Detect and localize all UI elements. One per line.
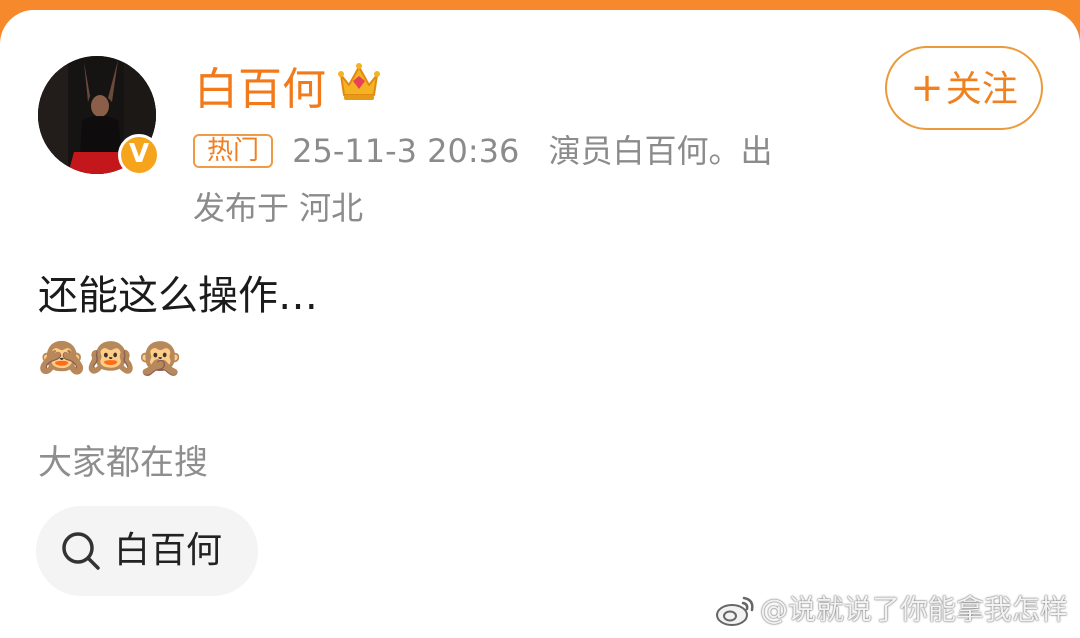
post-location: 发布于 河北 bbox=[193, 189, 364, 227]
follow-label: 关注 bbox=[945, 69, 1018, 110]
username[interactable]: 白百何 bbox=[194, 60, 326, 120]
plus-icon: + bbox=[910, 65, 944, 111]
post-text: 还能这么操作… bbox=[38, 273, 318, 319]
monkey-emojis: 🙈🙉🙊 bbox=[38, 335, 186, 379]
watermark: @说就说了你能拿我怎样 bbox=[714, 590, 1068, 630]
post-time: 25-11-3 20:36 bbox=[292, 132, 520, 170]
verified-badge-icon: V bbox=[118, 134, 160, 176]
hot-badge: 热门 bbox=[193, 134, 274, 168]
watermark-text: @说就说了你能拿我怎样 bbox=[759, 593, 1068, 626]
post-meta: 热门 25-11-3 20:36 演员白百何。出 bbox=[193, 131, 833, 171]
search-suggestion-chip[interactable]: 白百何 bbox=[36, 506, 258, 596]
weibo-logo-icon bbox=[715, 596, 754, 626]
post-source: 演员白百何。出 bbox=[548, 132, 773, 170]
search-icon bbox=[62, 532, 100, 570]
source-fade-overlay bbox=[770, 128, 840, 174]
search-term: 白百何 bbox=[114, 530, 223, 571]
post-card: V 白百何 +关注 热门 25-11-3 20:36 演员白百何。出 发布于 河… bbox=[0, 10, 1080, 638]
follow-button[interactable]: +关注 bbox=[885, 46, 1043, 130]
trending-title: 大家都在搜 bbox=[38, 443, 208, 483]
crown-icon bbox=[338, 63, 380, 100]
